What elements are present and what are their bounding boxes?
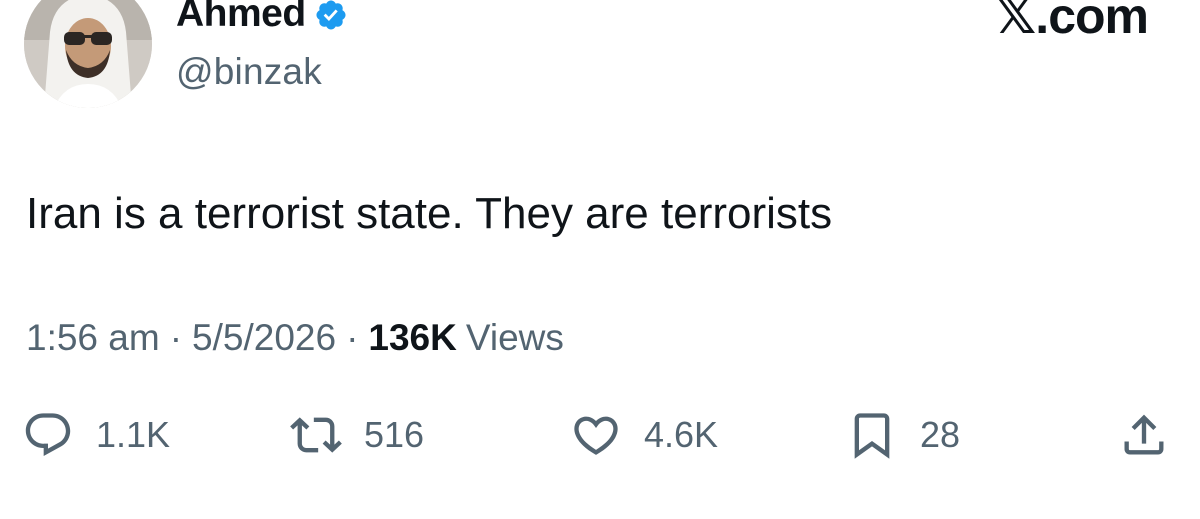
site-logo: 𝕏 .com [994,0,1149,46]
share-button[interactable] [1118,400,1170,470]
tweet-time[interactable]: 1:56 am [26,317,160,359]
author-handle[interactable]: @binzak [176,51,322,93]
reply-button[interactable]: 1.1K [22,400,170,470]
retweet-count: 516 [364,414,425,455]
tweet-meta: 1:56 am · 5/5/2026 · 136K Views [26,317,564,359]
reply-icon [25,413,71,457]
meta-separator: · [346,317,359,358]
tweet-text: Iran is a terrorist state. They are terr… [26,189,833,238]
meta-separator: · [169,317,183,358]
retweet-button[interactable]: 516 [290,400,424,470]
reply-count: 1.1K [96,414,171,455]
x-logo-icon: 𝕏 [994,0,1036,46]
site-logo-suffix: .com [1035,0,1149,44]
author-name[interactable]: Ahmed [176,0,306,36]
avatar[interactable] [24,0,152,108]
action-bar: 1.1K 516 4.6K 28 [0,400,1200,470]
views-label: Views [465,317,564,358]
profile-photo-icon [24,0,152,108]
views-count: 136K [368,317,457,358]
heart-icon [574,416,618,455]
like-button[interactable]: 4.6K [570,400,718,470]
retweet-icon [290,417,342,453]
verified-badge-icon [316,0,346,30]
author-name-row[interactable]: Ahmed [176,0,348,40]
bookmark-count: 28 [920,414,961,455]
tweet-date[interactable]: 5/5/2026 [192,317,336,359]
tweet-card: Ahmed @binzak 𝕏 .com Iran is a terrorist… [0,0,1200,519]
bookmark-icon [854,413,890,459]
share-icon [1124,414,1164,455]
like-count: 4.6K [644,414,719,455]
bookmark-button[interactable]: 28 [846,400,960,470]
